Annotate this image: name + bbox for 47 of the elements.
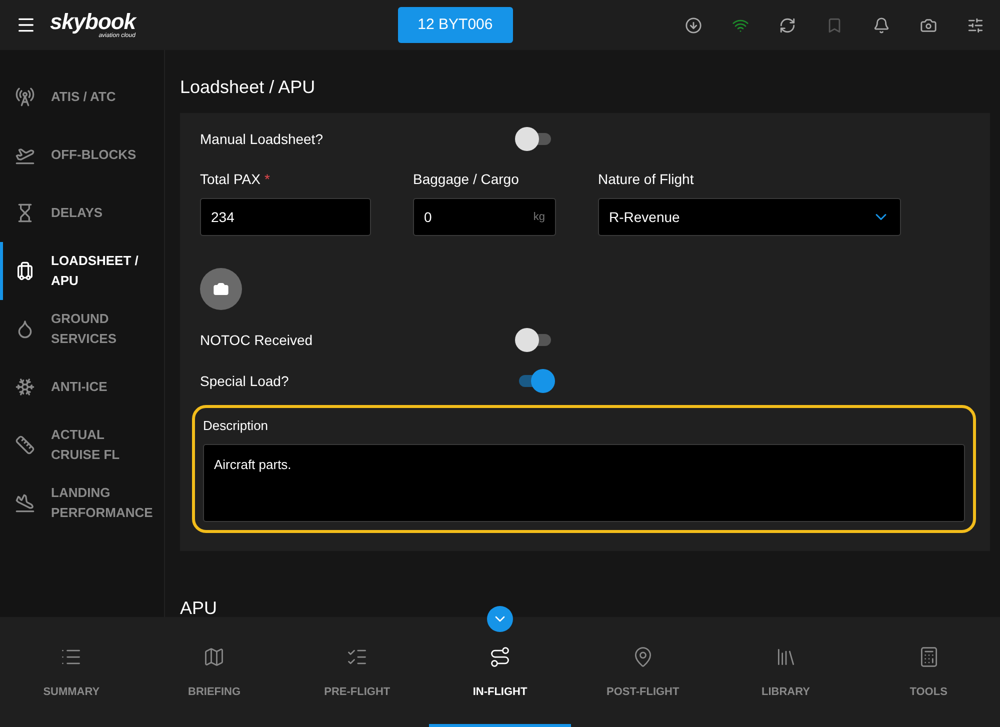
luggage-cart-icon — [15, 261, 35, 281]
route-icon — [489, 646, 511, 668]
camera-icon — [213, 281, 229, 297]
nav-tab[interactable]: SUMMARY — [0, 617, 143, 727]
sidebar-item[interactable]: ACTUAL CRUISE FL — [0, 416, 164, 474]
bell-icon[interactable] — [873, 16, 890, 34]
nav-tab[interactable]: IN-FLIGHT — [428, 617, 572, 727]
nav-tab[interactable]: LIBRARY — [714, 617, 858, 727]
camera-icon[interactable] — [920, 16, 937, 34]
section-title: Loadsheet / APU — [180, 76, 316, 99]
sidebar-item[interactable]: GROUND SERVICES — [0, 300, 164, 358]
unit-label: kg — [533, 210, 545, 225]
nav-tab[interactable]: TOOLS — [857, 617, 1000, 727]
refresh-icon[interactable] — [779, 16, 796, 34]
section-title: APU — [180, 596, 218, 620]
snowflake-icon — [15, 377, 35, 397]
required-mark: * — [264, 170, 270, 189]
field-label: Description — [203, 417, 270, 435]
flight-button[interactable]: 12 BYT006 — [398, 7, 513, 43]
sidebar-item[interactable]: OFF-BLOCKS — [0, 126, 164, 184]
text-area[interactable]: Aircraft parts. — [203, 444, 965, 522]
radio-tower-icon — [15, 87, 35, 107]
field-label: Baggage / Cargo — [413, 170, 520, 189]
dropdown-field[interactable]: R-Revenue — [598, 198, 901, 236]
sidebar-item[interactable]: ANTI-ICE — [0, 358, 164, 416]
scroll-down-button[interactable] — [487, 606, 513, 632]
logo: skybook — [50, 11, 136, 33]
map-icon — [203, 646, 226, 668]
sidebar-item[interactable]: LOADSHEET / APU — [0, 242, 164, 300]
download-icon[interactable] — [685, 16, 702, 34]
sidebar-item[interactable]: LANDING PERFORMANCE — [0, 474, 164, 532]
input-field[interactable]: 234 — [200, 198, 371, 236]
nav-tab[interactable]: PRE-FLIGHT — [286, 617, 429, 727]
toggle-label: Special Load? — [200, 372, 289, 391]
sidebar-item[interactable]: ATIS / ATC — [0, 68, 164, 126]
input-field[interactable]: 0 kg — [413, 198, 556, 236]
ruler-icon — [15, 435, 35, 455]
sidebar-item[interactable]: DELAYS — [0, 184, 164, 242]
nav-tab[interactable]: POST-FLIGHT — [571, 617, 714, 727]
plane-landing-icon — [15, 493, 35, 513]
field-label: Nature of Flight — [598, 170, 695, 189]
nav-tab[interactable]: BRIEFING — [142, 617, 286, 727]
camera-button[interactable] — [200, 268, 242, 310]
toggle-label: NOTOC Received — [200, 330, 313, 350]
settings-icon[interactable] — [967, 16, 984, 34]
toggle-label: Manual Loadsheet? — [200, 130, 323, 148]
field-label: Total PAX — [200, 170, 260, 189]
